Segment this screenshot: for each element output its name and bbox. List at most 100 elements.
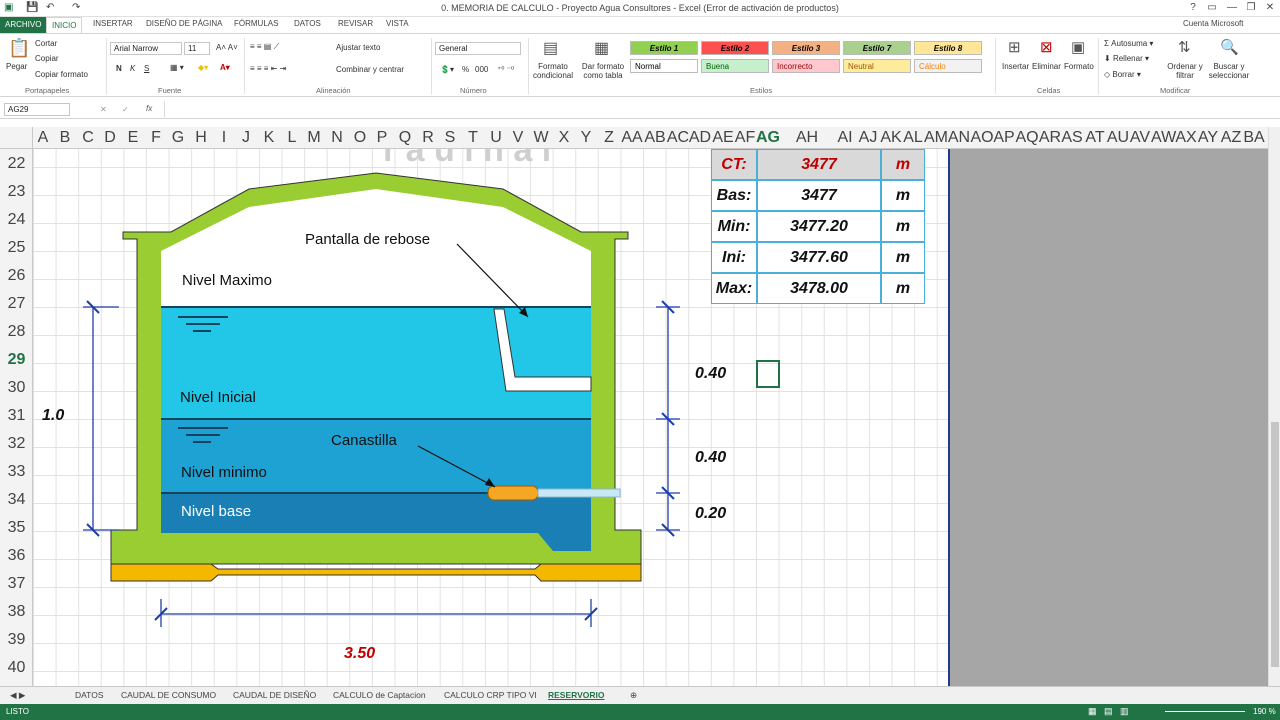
wrap-text-button[interactable]: Ajustar texto xyxy=(336,43,380,52)
column-header-y[interactable]: Y xyxy=(574,129,598,147)
paste-button[interactable]: Pegar xyxy=(6,62,27,71)
cancel-icon[interactable]: ✕ xyxy=(100,105,107,114)
cell-style-3[interactable]: Estilo 3 xyxy=(772,41,840,55)
row-header-23[interactable]: 23 xyxy=(0,183,33,201)
column-header-j[interactable]: J xyxy=(234,129,258,147)
row-header-38[interactable]: 38 xyxy=(0,603,33,621)
worksheet-grid[interactable]: r a u i n a i Pantalla de rebose Nivel M… xyxy=(33,149,1268,686)
italic-button[interactable]: K xyxy=(130,64,135,73)
column-header-aw[interactable]: AW xyxy=(1151,129,1176,147)
row-header-33[interactable]: 33 xyxy=(0,463,33,481)
tab-vista[interactable]: VISTA xyxy=(386,19,409,28)
cell-style-7[interactable]: Buena xyxy=(701,59,769,73)
cell-style-6[interactable]: Normal xyxy=(630,59,698,73)
column-header-af[interactable]: AF xyxy=(733,129,757,147)
column-header-av[interactable]: AV xyxy=(1128,129,1152,147)
column-header-ay[interactable]: AY xyxy=(1196,129,1220,147)
sheet-tab[interactable]: RESERVORIO xyxy=(548,690,605,700)
column-header-aq[interactable]: AQ xyxy=(1015,129,1039,147)
row-header-30[interactable]: 30 xyxy=(0,379,33,397)
column-header-ba[interactable]: BA xyxy=(1242,129,1266,147)
tab-diseno-pagina[interactable]: DISEÑO DE PÁGINA xyxy=(146,19,222,28)
formula-input[interactable] xyxy=(164,101,1264,119)
bold-button[interactable]: N xyxy=(116,64,122,73)
column-header-p[interactable]: P xyxy=(370,129,394,147)
align-left-icons[interactable]: ≡ ≡ ≡ ⇤ ⇥ xyxy=(250,64,286,73)
row-header-31[interactable]: 31 xyxy=(0,407,33,425)
column-header-ar[interactable]: AR xyxy=(1038,129,1062,147)
font-size-select[interactable]: 11 xyxy=(184,42,210,55)
autosum-button[interactable]: Σ Autosuma ▾ xyxy=(1104,39,1153,48)
column-header-ag[interactable]: AG xyxy=(756,129,780,147)
format-cells-icon[interactable]: ▣ xyxy=(1071,38,1085,56)
column-header-ax[interactable]: AX xyxy=(1174,129,1198,147)
cell-style-5[interactable]: Estilo 8 xyxy=(914,41,982,55)
confirm-icon[interactable]: ✓ xyxy=(122,105,129,114)
column-header-ao[interactable]: AO xyxy=(970,129,994,147)
column-header-ae[interactable]: AE xyxy=(711,129,735,147)
tab-datos[interactable]: DATOS xyxy=(294,19,321,28)
column-header-n[interactable]: N xyxy=(325,129,349,147)
conditional-format-button[interactable]: Formato condicional xyxy=(530,62,576,80)
column-header-ah[interactable]: AH xyxy=(795,129,819,147)
paste-icon[interactable]: 📋 xyxy=(8,38,30,59)
column-header-al[interactable]: AL xyxy=(901,129,925,147)
fx-button[interactable]: fx xyxy=(146,104,152,113)
row-header-29[interactable]: 29 xyxy=(0,351,33,369)
table-format-icon[interactable]: ▦ xyxy=(594,38,609,58)
fill-button[interactable]: ⬇ Rellenar ▾ xyxy=(1104,54,1149,63)
find-select-icon[interactable]: 🔍 xyxy=(1220,38,1239,56)
add-sheet-icon[interactable]: ⊕ xyxy=(630,690,637,701)
column-header-c[interactable]: C xyxy=(76,129,100,147)
row-header-24[interactable]: 24 xyxy=(0,211,33,229)
column-header-an[interactable]: AN xyxy=(947,129,971,147)
column-header-ak[interactable]: AK xyxy=(879,129,903,147)
tab-insertar[interactable]: INSERTAR xyxy=(93,19,133,28)
thousands-button[interactable]: 000 xyxy=(475,65,488,74)
font-color-icon[interactable]: A▾ xyxy=(220,63,230,72)
insert-button[interactable]: Insertar xyxy=(1002,62,1029,71)
column-header-ac[interactable]: AC xyxy=(666,129,690,147)
merge-button[interactable]: Combinar y centrar xyxy=(336,65,404,74)
cell-style-1[interactable]: Estilo 1 xyxy=(630,41,698,55)
close-icon[interactable]: ✕ xyxy=(1262,2,1278,13)
column-header-h[interactable]: H xyxy=(189,129,213,147)
underline-button[interactable]: S xyxy=(144,64,149,73)
row-header-22[interactable]: 22 xyxy=(0,155,33,173)
column-header-s[interactable]: S xyxy=(438,129,462,147)
tab-inicio[interactable]: INICIO xyxy=(46,17,83,34)
prev-sheet-icon[interactable]: ◀ ▶ xyxy=(10,690,25,701)
cell-style-4[interactable]: Estilo 7 xyxy=(843,41,911,55)
column-header-k[interactable]: K xyxy=(257,129,281,147)
sheet-tab[interactable]: CALCULO CRP TIPO VI xyxy=(444,690,537,700)
sort-filter-button[interactable]: Ordenar y filtrar xyxy=(1166,62,1204,80)
format-button[interactable]: Formato xyxy=(1064,62,1094,71)
ribbon-display-icon[interactable]: ▭ xyxy=(1204,2,1220,13)
percent-button[interactable]: % xyxy=(462,65,469,74)
column-header-aa[interactable]: AA xyxy=(620,129,644,147)
row-header-26[interactable]: 26 xyxy=(0,267,33,285)
row-header-40[interactable]: 40 xyxy=(0,659,33,677)
zoom-slider[interactable] xyxy=(1165,711,1245,712)
column-header-ap[interactable]: AP xyxy=(992,129,1016,147)
cell-style-2[interactable]: Estilo 2 xyxy=(701,41,769,55)
conditional-format-icon[interactable]: ▤ xyxy=(543,38,558,58)
row-header-39[interactable]: 39 xyxy=(0,631,33,649)
currency-icon[interactable]: 💲▾ xyxy=(440,65,454,74)
column-header-am[interactable]: AM xyxy=(924,129,948,147)
vertical-scrollbar-thumb[interactable] xyxy=(1271,422,1279,667)
cell-style-9[interactable]: Neutral xyxy=(843,59,911,73)
sort-filter-icon[interactable]: ⇅ xyxy=(1178,38,1191,56)
copy-format-button[interactable]: Copiar formato xyxy=(35,70,88,79)
column-header-u[interactable]: U xyxy=(484,129,508,147)
row-header-32[interactable]: 32 xyxy=(0,435,33,453)
delete-cells-icon[interactable]: ⊠ xyxy=(1040,38,1053,56)
view-icons[interactable]: ▦ ▤ ▥ xyxy=(1088,706,1129,717)
align-top-icons[interactable]: ≡ ≡ ▤ ⟋ xyxy=(250,42,279,52)
column-header-at[interactable]: AT xyxy=(1083,129,1107,147)
column-header-ad[interactable]: AD xyxy=(688,129,712,147)
sheet-tab[interactable]: CAUDAL DE CONSUMO xyxy=(121,690,216,700)
cell-style-8[interactable]: Incorrecto xyxy=(772,59,840,73)
column-header-ab[interactable]: AB xyxy=(643,129,667,147)
row-header-35[interactable]: 35 xyxy=(0,519,33,537)
